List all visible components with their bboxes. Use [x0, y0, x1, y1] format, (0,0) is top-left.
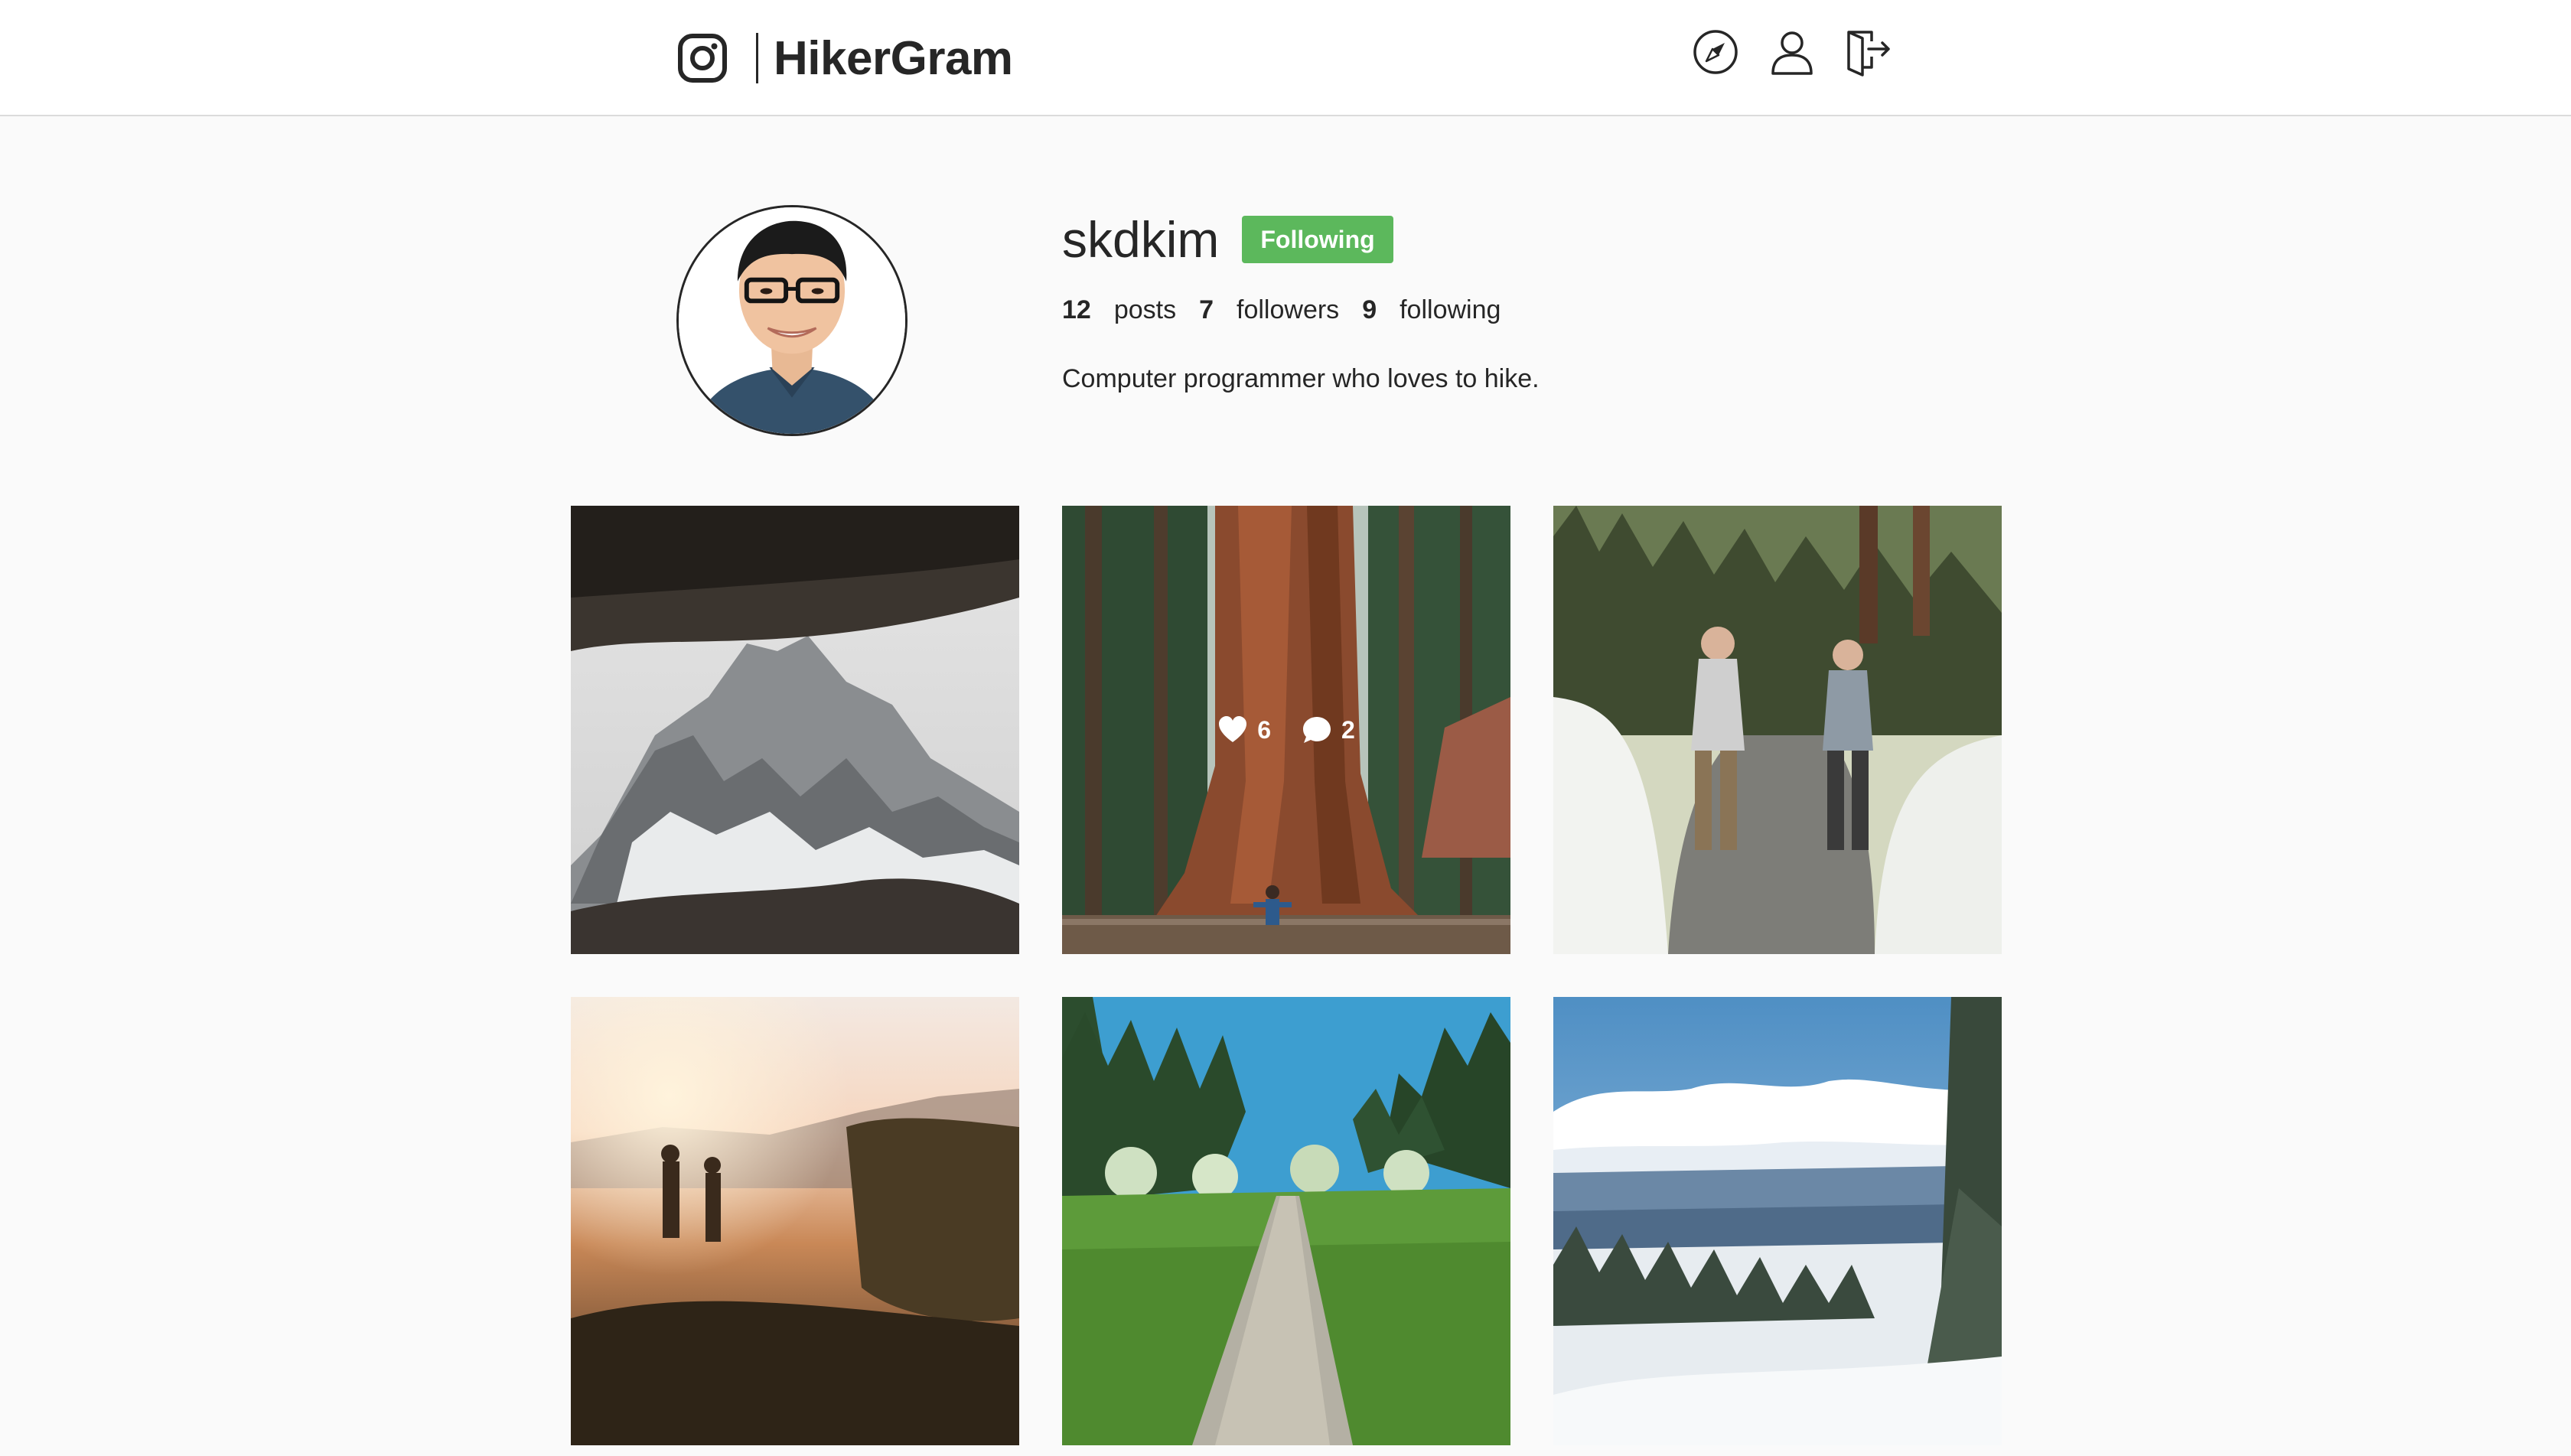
brand-divider [756, 33, 758, 83]
top-navbar: HikerGram [0, 0, 2571, 116]
explore-button[interactable] [1691, 28, 1740, 77]
post-image [571, 506, 1019, 954]
posts-count: 12 [1062, 295, 1091, 324]
app-name[interactable]: HikerGram [774, 31, 1013, 86]
followers-count[interactable]: 7 [1199, 295, 1214, 325]
post-image [1062, 997, 1510, 1445]
brand[interactable]: HikerGram [676, 29, 1013, 87]
profile-info: skdkim Following 12 posts 7 followers 9 … [1062, 205, 1540, 394]
profile-stats: 12 posts 7 followers 9 following [1062, 295, 1540, 334]
user-icon [1771, 31, 1813, 75]
instagram-logo-icon[interactable] [676, 32, 728, 84]
likes-stat: 6 [1217, 715, 1271, 745]
logout-button[interactable] [1844, 28, 1893, 77]
profile-title-row: skdkim Following [1062, 205, 1540, 274]
comments-stat: 2 [1302, 715, 1355, 745]
following-label[interactable]: following [1400, 295, 1501, 325]
following-count[interactable]: 9 [1362, 295, 1377, 325]
logout-icon [1847, 31, 1890, 77]
likes-count: 6 [1257, 715, 1271, 744]
post-tile[interactable] [571, 997, 1019, 1445]
comment-bubble-icon [1303, 717, 1331, 743]
nav-icons [1691, 28, 1893, 77]
avatar-photo [679, 207, 905, 434]
username: skdkim [1062, 211, 1220, 268]
profile-bio: Computer programmer who loves to hike. [1062, 364, 1540, 393]
post-tile[interactable] [1553, 997, 2002, 1445]
post-image [1553, 506, 2002, 954]
following-button[interactable]: Following [1242, 216, 1393, 263]
profile-avatar [676, 205, 908, 436]
post-image [1553, 997, 2002, 1445]
profile-button[interactable] [1768, 28, 1817, 77]
post-stats-overlay: 6 2 [1062, 506, 1510, 954]
compass-icon [1693, 30, 1738, 74]
posts-label: posts [1113, 295, 1177, 324]
heart-icon [1219, 716, 1247, 742]
post-image [571, 997, 1019, 1445]
post-tile[interactable]: 6 2 [1062, 506, 1510, 954]
post-tile[interactable] [571, 506, 1019, 954]
comments-count: 2 [1341, 715, 1355, 744]
post-tile[interactable] [1553, 506, 2002, 954]
followers-label[interactable]: followers [1237, 295, 1339, 325]
post-tile[interactable] [1062, 997, 1510, 1445]
